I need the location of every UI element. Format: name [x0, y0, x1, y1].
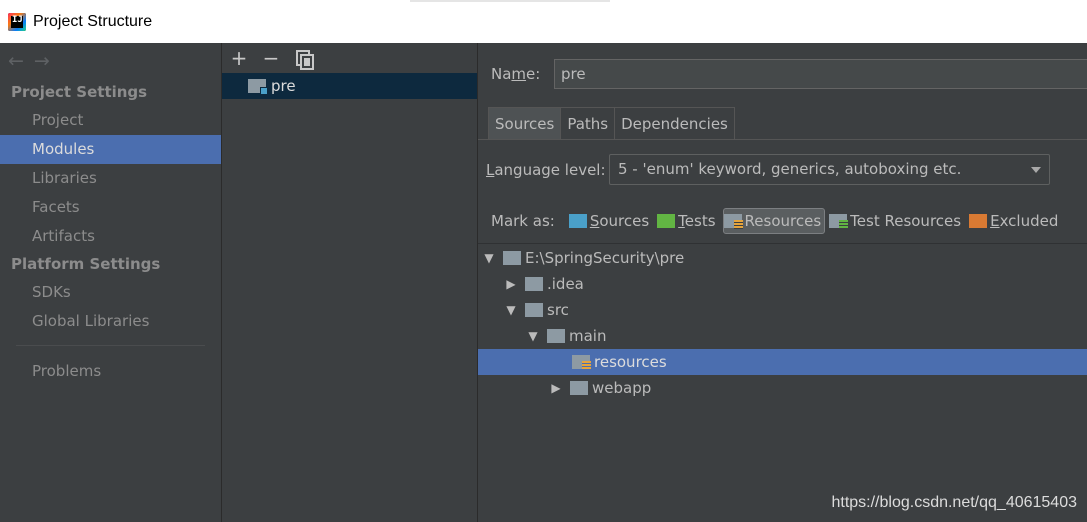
mark-as-toolbar: Mark as: Sources Tests Resources Test Re…	[491, 207, 1065, 235]
tab-dependencies[interactable]: Dependencies	[614, 107, 735, 139]
expanded-arrow-icon[interactable]: ▼	[481, 250, 497, 266]
section-project-settings: Project Settings	[11, 83, 148, 101]
nav-item-problems[interactable]: Problems	[0, 357, 221, 386]
mark-as-label: Mark as:	[491, 212, 555, 230]
add-icon[interactable]: +	[230, 46, 248, 70]
module-item-pre[interactable]: pre	[222, 73, 477, 99]
tree-node-label: webapp	[592, 379, 652, 397]
mark-resources-label: Resources	[744, 212, 822, 230]
section-platform-settings: Platform Settings	[11, 255, 161, 273]
tree-node-main[interactable]: ▼ main	[478, 323, 1087, 349]
tree-node-label: E:\SpringSecurity\pre	[525, 249, 685, 267]
sources-panel: Language level: 5 - 'enum' keyword, gene…	[478, 139, 1087, 522]
mark-tests-label: Tests	[678, 212, 716, 230]
collapsed-arrow-icon[interactable]: ▶	[548, 380, 564, 396]
excluded-folder-icon	[969, 214, 988, 228]
intellij-logo-icon: IJ	[8, 12, 26, 31]
content-root-tree: ▼ E:\SpringSecurity\pre ▶ .idea ▼ src ▼ …	[478, 243, 1087, 401]
nav-item-facets[interactable]: Facets	[0, 193, 221, 222]
tree-node-label: src	[547, 301, 569, 319]
tests-folder-icon	[657, 214, 676, 228]
folder-icon	[547, 329, 565, 343]
watermark: https://blog.csdn.net/qq_40615403	[831, 494, 1077, 511]
copy-button[interactable]	[294, 48, 314, 70]
tree-node-root[interactable]: ▼ E:\SpringSecurity\pre	[478, 245, 1087, 271]
name-label: Name:	[491, 65, 541, 83]
nav-item-libraries[interactable]: Libraries	[0, 164, 221, 193]
mark-tests-button[interactable]: Tests	[656, 208, 719, 234]
tree-node-idea[interactable]: ▶ .idea	[478, 271, 1087, 297]
tab-sources[interactable]: Sources	[488, 107, 562, 139]
nav-item-artifacts[interactable]: Artifacts	[0, 222, 221, 251]
nav-arrows: ← →	[0, 43, 221, 79]
tab-paths[interactable]: Paths	[560, 107, 616, 139]
forward-arrow-icon[interactable]: →	[34, 50, 50, 72]
window-title: Project Structure	[33, 12, 153, 30]
tree-node-src[interactable]: ▼ src	[478, 297, 1087, 323]
mark-resources-button[interactable]: Resources	[722, 208, 826, 234]
module-item-label: pre	[271, 77, 296, 95]
module-list-pane: + − pre	[222, 43, 478, 522]
module-detail-pane: Name: pre Sources Paths Dependencies Lan…	[478, 43, 1087, 522]
resources-folder-icon	[723, 214, 743, 229]
name-row: Name: pre	[478, 59, 1087, 89]
chevron-down-icon	[1031, 167, 1041, 173]
title-bar-divider	[410, 0, 610, 2]
module-tabs: Sources Paths Dependencies	[488, 107, 735, 139]
folder-icon	[525, 303, 543, 317]
settings-nav: ← → Project Settings Project Modules Lib…	[0, 43, 222, 522]
tree-node-webapp[interactable]: ▶ webapp	[478, 375, 1087, 401]
language-level-value: 5 - 'enum' keyword, generics, autoboxing…	[618, 160, 962, 178]
expanded-arrow-icon[interactable]: ▼	[503, 302, 519, 318]
mark-sources-button[interactable]: Sources	[568, 208, 653, 234]
tree-node-label: main	[569, 327, 607, 345]
module-folder-icon	[248, 79, 268, 95]
tree-node-label: .idea	[547, 275, 584, 293]
module-toolbar: + −	[222, 43, 477, 73]
nav-divider	[16, 345, 205, 346]
collapsed-arrow-icon[interactable]: ▶	[503, 276, 519, 292]
expanded-arrow-icon[interactable]: ▼	[525, 328, 541, 344]
name-input[interactable]: pre	[554, 59, 1087, 89]
test-resources-folder-icon	[829, 214, 849, 229]
nav-item-global-libraries[interactable]: Global Libraries	[0, 307, 221, 336]
back-arrow-icon[interactable]: ←	[8, 50, 24, 72]
title-bar: IJ Project Structure	[0, 0, 1087, 43]
language-level-label: Language level:	[486, 161, 606, 179]
folder-icon	[570, 381, 588, 395]
folder-icon	[503, 251, 521, 265]
tree-node-resources[interactable]: resources	[478, 349, 1087, 375]
language-level-row: Language level: 5 - 'enum' keyword, gene…	[486, 154, 1050, 186]
tree-node-label: resources	[594, 353, 667, 371]
language-level-select[interactable]: 5 - 'enum' keyword, generics, autoboxing…	[609, 154, 1050, 185]
sources-folder-icon	[568, 214, 587, 228]
mark-sources-label: Sources	[589, 212, 650, 230]
remove-icon[interactable]: −	[262, 46, 280, 70]
resources-folder-icon	[572, 355, 591, 370]
mark-excluded-button[interactable]: Excluded	[968, 208, 1062, 234]
mark-excluded-label: Excluded	[990, 212, 1059, 230]
nav-item-project[interactable]: Project	[0, 106, 221, 135]
copy-icon	[296, 50, 314, 70]
mark-test-resources-label: Test Resources	[850, 212, 962, 230]
folder-icon	[525, 277, 543, 291]
nav-item-sdks[interactable]: SDKs	[0, 278, 221, 307]
nav-item-modules[interactable]: Modules	[0, 135, 221, 164]
mark-test-resources-button[interactable]: Test Resources	[828, 208, 965, 234]
